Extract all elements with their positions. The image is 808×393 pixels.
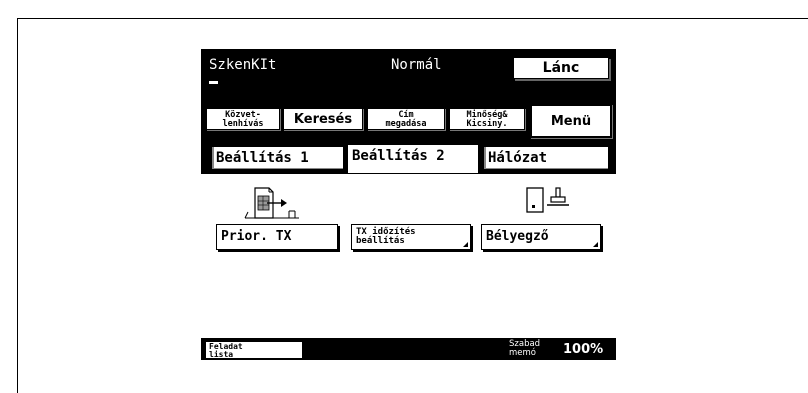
nav-search[interactable]: Keresés — [283, 108, 363, 130]
nav-address-entry[interactable]: Cím megadása — [367, 108, 445, 130]
function-nav: Közvet- lenhívás Keresés Cím megadása Mi… — [201, 99, 616, 139]
tx-timer-settings-button[interactable]: TX időzítés beállítás — [351, 224, 471, 250]
free-memory-label: Szabad memó — [509, 339, 541, 358]
tab-settings-1[interactable]: Beállítás 1 — [211, 146, 344, 170]
status-bar: Feladat lista Szabad memó 100% — [201, 338, 616, 360]
input-cursor — [209, 81, 218, 84]
job-list-button[interactable]: Feladat lista — [205, 341, 303, 359]
chain-button[interactable]: Lánc — [513, 57, 609, 79]
figure-frame-left — [17, 18, 18, 393]
settings-tabs: Beállítás 1 Beállítás 2 Hálózat — [201, 139, 616, 174]
stamp-button[interactable]: Bélyegző — [481, 224, 601, 250]
document-send-icon — [243, 184, 303, 222]
stamp-icon — [523, 182, 573, 220]
mode-label: Normál — [391, 57, 442, 73]
prior-tx-button[interactable]: Prior. TX — [216, 224, 338, 250]
control-panel-screen: SzkenKIt Normál Lánc Közvet- lenhívás Ke… — [201, 49, 616, 360]
corner-triangle-icon — [593, 242, 598, 247]
tab-settings-2[interactable]: Beállítás 2 — [347, 144, 479, 174]
prior-tx-label: Prior. TX — [221, 229, 292, 244]
free-memory-value: 100% — [563, 342, 604, 357]
options-panel: Prior. TX TX időzítés beállítás Bélyegző — [201, 174, 616, 338]
nav-quality-reduction[interactable]: Minőség& Kicsiny. — [449, 108, 525, 130]
screen-title: SzkenKIt — [209, 57, 277, 73]
nav-direct-dial[interactable]: Közvet- lenhívás — [206, 108, 280, 130]
stamp-label: Bélyegző — [486, 229, 549, 244]
header-bar: SzkenKIt Normál Lánc — [201, 49, 616, 99]
tx-timer-label: TX időzítés beállítás — [356, 227, 416, 246]
tab-network[interactable]: Hálózat — [483, 146, 609, 170]
nav-menu[interactable]: Menü — [530, 104, 612, 138]
corner-triangle-icon — [463, 242, 468, 247]
figure-frame-top — [17, 18, 808, 19]
